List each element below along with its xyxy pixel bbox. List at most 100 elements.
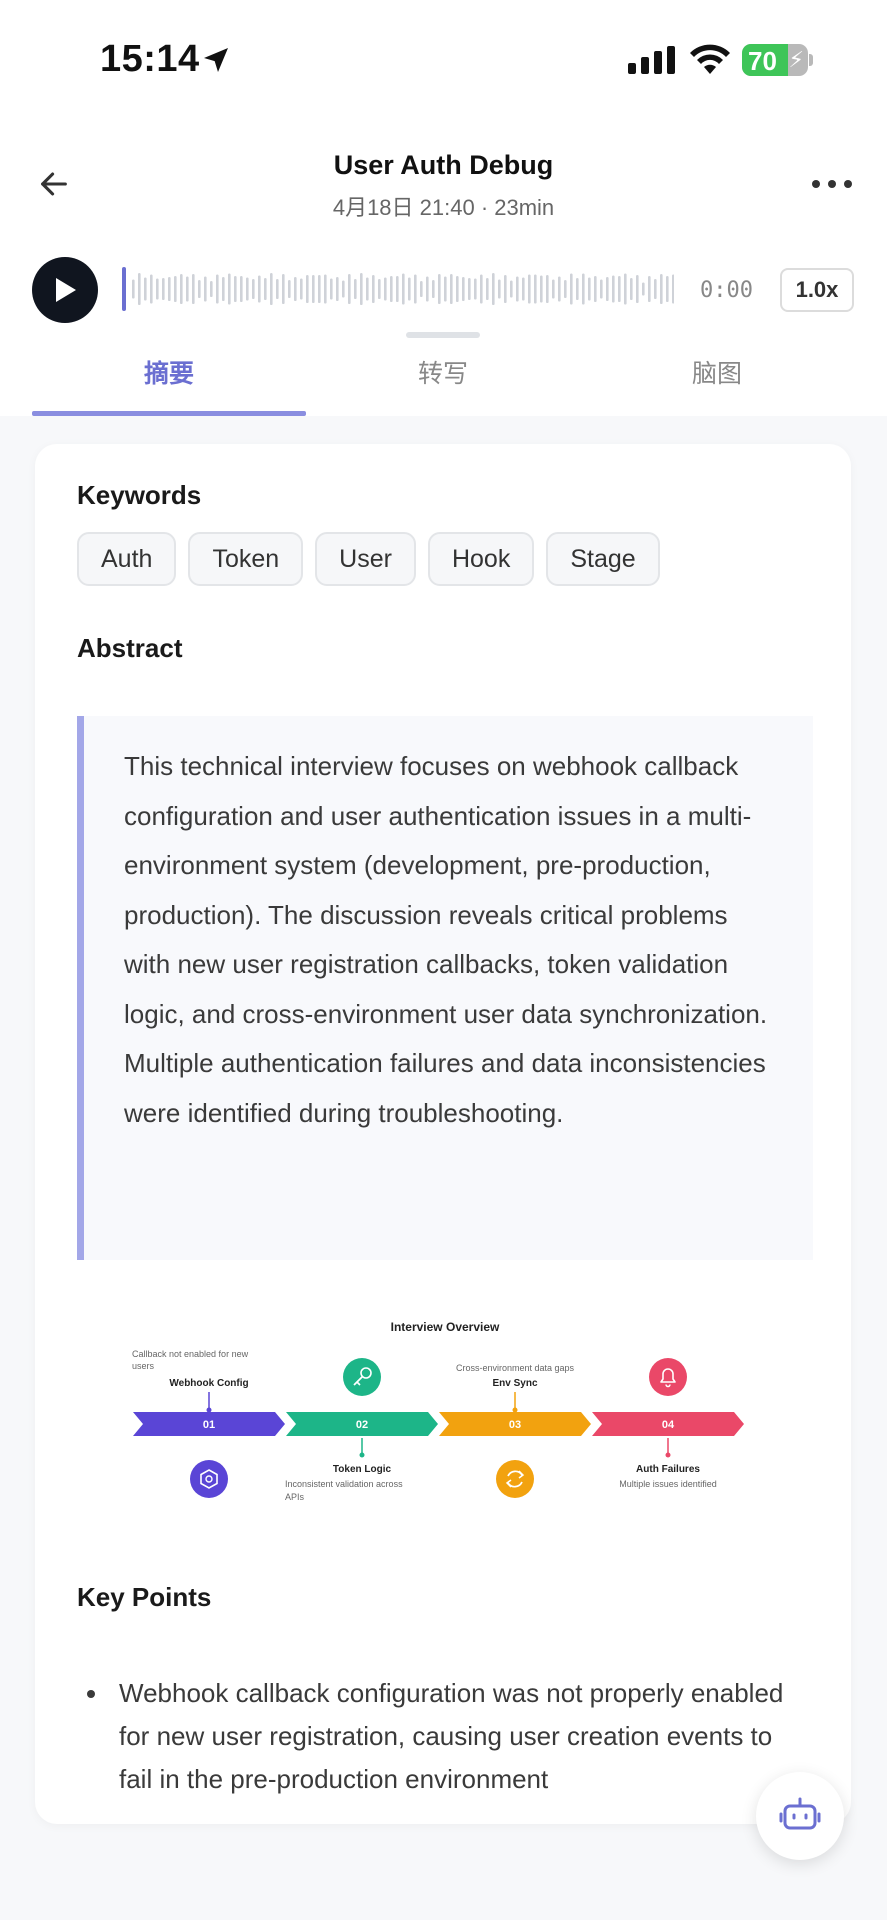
sheet-drag-handle[interactable] [406,332,480,338]
waveform-bar [348,274,351,304]
waveform-bar [312,275,315,303]
playhead-cursor[interactable] [122,267,126,311]
waveform-bar [402,273,405,305]
ai-assistant-button[interactable] [756,1772,844,1860]
waveform-bar [246,277,249,301]
waveform-bar [504,275,507,303]
waveform-bar [462,277,465,301]
hexagon-icon [190,1460,228,1498]
waveform-bar [132,279,135,299]
waveform-bar [336,277,339,301]
summary-card: Keywords Auth Token User Hook Stage Abst… [35,444,851,1824]
cellular-signal-icon [628,46,675,74]
tab-summary[interactable]: 摘要 [32,340,306,416]
waveform-bar [444,276,447,302]
keyword-chip[interactable]: User [315,532,416,586]
waveform-bar [300,278,303,300]
waveform-bar [324,274,327,304]
bell-icon [649,1358,687,1396]
keyword-chip[interactable]: Hook [427,532,535,586]
waveform-bar [228,273,231,305]
step-note: Multiple issues identified [619,1479,717,1489]
waveform-bar [564,280,567,298]
waveform-bar [318,275,321,303]
waveform-bar [264,278,267,300]
waveform-bar [600,279,603,299]
audio-waveform-scrubber[interactable] [122,264,674,314]
waveform-bar [180,274,183,304]
more-options-button[interactable] [812,168,852,200]
waveform-bar [522,277,525,301]
connector-dot [359,1452,365,1458]
waveform-bar [606,277,609,301]
waveform-bar [198,280,201,298]
waveform-bar [576,278,579,300]
connector-dot [512,1407,518,1413]
waveform-bar [414,274,417,304]
keyword-list: Auth Token User Hook Stage [77,532,660,586]
step-label: Webhook Config [169,1378,248,1389]
waveform-bar [456,276,459,302]
waveform-bar [342,280,345,298]
waveform-bar [378,279,381,299]
waveform-bar [468,278,471,300]
waveform-bar [510,280,513,298]
waveform-bar [162,278,165,300]
waveform-bar [390,276,393,302]
waveform-bar [156,278,159,300]
waveform-bar [426,276,429,302]
waveform-bar [492,273,495,305]
tab-transcript[interactable]: 转写 [306,340,580,416]
waveform-bar [192,274,195,304]
waveform-bar [438,274,441,304]
waveform-bar [144,277,147,301]
waveform-bar [570,273,573,305]
waveform-bar [204,276,207,302]
status-time: 15:14 [100,38,200,80]
tab-mindmap[interactable]: 脑图 [580,340,854,416]
playback-speed-button[interactable]: 1.0x [780,268,854,312]
ellipsis-horizontal-icon [812,180,820,188]
keyword-chip[interactable]: Stage [546,532,660,586]
keyword-chip[interactable]: Auth [77,532,177,586]
step-number: 01 [203,1419,215,1431]
waveform-bar [420,281,423,297]
waveform-bar [216,274,219,304]
waveform-bar [354,279,357,299]
connector-dot [206,1407,212,1413]
waveform-bar [660,274,663,304]
waveform-bar [618,276,621,302]
location-arrow-icon [204,48,228,72]
waveform-bar [222,277,225,301]
keywords-heading: Keywords [77,480,202,510]
play-button[interactable] [32,257,98,323]
keyword-chip[interactable]: Token [188,532,304,586]
waveform-bar [588,277,591,301]
waveform-bar [396,276,399,302]
waveform-bar [186,276,189,302]
ellipsis-dot [828,180,836,188]
waveform-bar [528,274,531,304]
waveform-bar [480,274,483,304]
abstract-text: This technical interview focuses on webh… [77,716,813,1260]
waveform-bar [270,273,273,305]
step-label: Auth Failures [636,1464,700,1475]
waveform-bar [648,276,651,302]
waveform-bar [498,279,501,299]
key-points-list: Webhook callback configuration was not p… [77,1672,797,1801]
robot-icon [779,1797,821,1830]
waveform-bar [594,276,597,302]
waveform-bar [666,276,669,302]
waveform-bar [366,277,369,301]
playback-time: 0:00 [700,278,753,303]
waveform-bar [372,275,375,303]
step-note: Callback not enabled for new users [132,1349,249,1371]
waveform-bar [330,278,333,300]
waveform-bar [642,282,645,296]
ellipsis-dot [844,180,852,188]
overview-title: Interview Overview [391,1320,500,1334]
waveform-bar [306,275,309,303]
waveform-bar [636,275,639,303]
waveform-bar [234,276,237,302]
wifi-icon [690,44,730,74]
